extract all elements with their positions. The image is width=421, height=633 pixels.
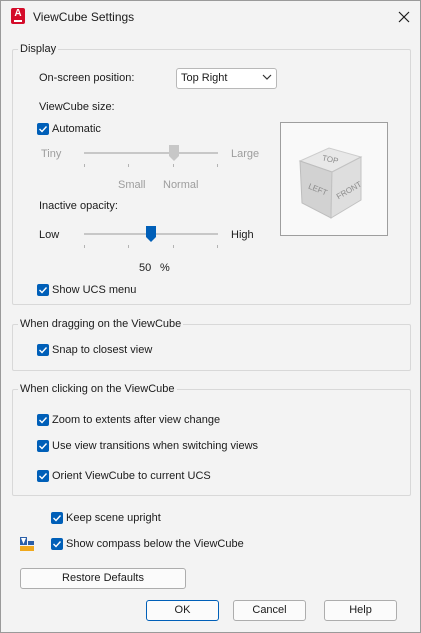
size-slider-tick <box>128 164 129 167</box>
clicking-group-label: When clicking on the ViewCube <box>18 383 177 395</box>
size-slider-min-label: Tiny <box>41 148 62 160</box>
compass-icon <box>20 537 34 551</box>
zoom-to-extents-checkbox[interactable] <box>37 414 49 426</box>
checkmark-icon <box>39 417 48 424</box>
show-ucs-menu-label: Show UCS menu <box>52 284 137 296</box>
onscreen-position-select[interactable]: Top Right <box>176 68 277 89</box>
autocad-app-icon: A <box>11 8 25 24</box>
inactive-opacity-label: Inactive opacity: <box>39 200 118 212</box>
automatic-checkbox[interactable] <box>37 123 49 135</box>
keep-scene-upright-label: Keep scene upright <box>66 512 161 524</box>
opacity-slider-max-label: High <box>231 229 254 241</box>
dialog-title: ViewCube Settings <box>33 10 135 24</box>
opacity-slider-min-label: Low <box>39 229 60 241</box>
close-icon <box>398 11 410 23</box>
onscreen-position-label: On-screen position: <box>39 72 135 84</box>
orient-to-ucs-checkbox[interactable] <box>37 470 49 482</box>
view-transitions-label: Use view transitions when switching view… <box>52 440 259 452</box>
viewcube-size-label: ViewCube size: <box>39 101 115 113</box>
title-bar: A ViewCube Settings <box>1 1 420 32</box>
size-slider-max-label: Large <box>231 148 260 160</box>
size-slider-tick <box>84 164 85 167</box>
snap-to-closest-view-label: Snap to closest view <box>52 344 153 356</box>
dragging-group-label: When dragging on the ViewCube <box>18 318 184 330</box>
viewcube-preview-graphic: TOP LEFT FRONT <box>298 147 363 219</box>
opacity-slider-tick <box>128 245 129 248</box>
opacity-value: 50 <box>139 262 152 274</box>
onscreen-position-value: Top Right <box>181 72 228 84</box>
size-slider-tick <box>217 164 218 167</box>
opacity-slider-tick <box>84 245 85 248</box>
checkmark-icon <box>39 443 48 450</box>
size-slider-track[interactable] <box>84 152 218 154</box>
display-group-label: Display <box>18 43 59 55</box>
restore-defaults-button[interactable]: Restore Defaults <box>20 568 186 589</box>
checkmark-icon <box>53 515 62 522</box>
opacity-slider-tick <box>217 245 218 248</box>
ok-button[interactable]: OK <box>146 600 219 621</box>
viewcube-preview: TOP LEFT FRONT <box>280 122 388 236</box>
zoom-to-extents-label: Zoom to extents after view change <box>52 414 221 426</box>
opacity-slider-tick <box>173 245 174 248</box>
checkmark-icon <box>39 287 48 294</box>
show-compass-checkbox[interactable] <box>51 538 63 550</box>
close-button[interactable] <box>388 1 420 32</box>
checkmark-icon <box>39 347 48 354</box>
opacity-unit: % <box>160 262 170 274</box>
orient-to-ucs-label: Orient ViewCube to current UCS <box>52 470 211 482</box>
checkmark-icon <box>53 541 62 548</box>
checkmark-icon <box>39 473 48 480</box>
size-slider-normal-label: Normal <box>163 179 199 191</box>
show-compass-label: Show compass below the ViewCube <box>66 538 244 550</box>
checkmark-icon <box>39 126 48 133</box>
show-ucs-menu-checkbox[interactable] <box>37 284 49 296</box>
chevron-down-icon <box>262 74 272 80</box>
viewcube-settings-dialog: A ViewCube Settings Display On-screen po… <box>0 0 421 633</box>
automatic-label: Automatic <box>52 123 101 135</box>
keep-scene-upright-checkbox[interactable] <box>51 512 63 524</box>
cancel-button[interactable]: Cancel <box>233 600 306 621</box>
snap-to-closest-view-checkbox[interactable] <box>37 344 49 356</box>
size-slider-small-label: Small <box>118 179 146 191</box>
help-button[interactable]: Help <box>324 600 397 621</box>
view-transitions-checkbox[interactable] <box>37 440 49 452</box>
size-slider-tick <box>173 164 174 167</box>
size-slider-thumb[interactable] <box>168 145 179 161</box>
opacity-slider-thumb[interactable] <box>146 226 156 242</box>
